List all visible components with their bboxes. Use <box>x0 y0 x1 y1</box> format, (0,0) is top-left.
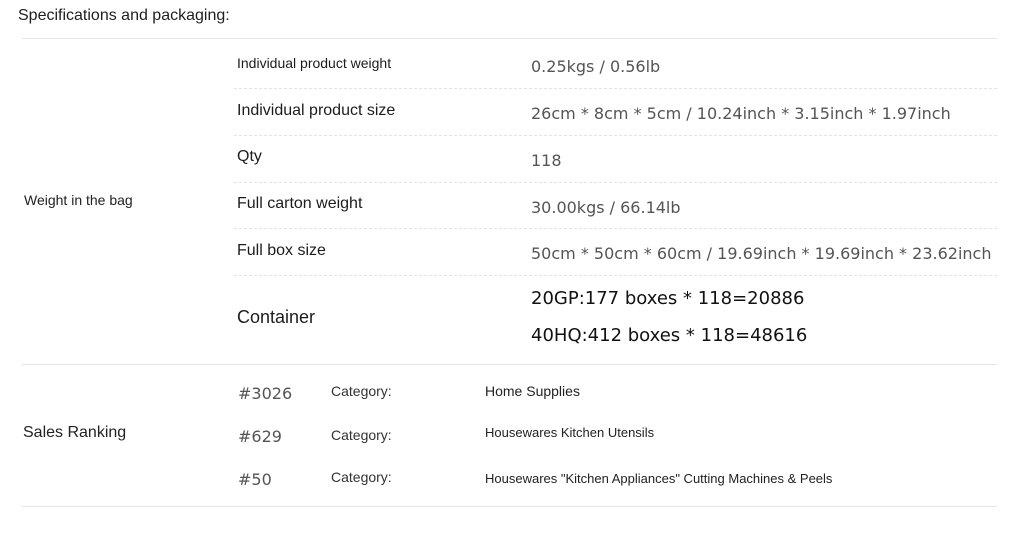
row-divider <box>234 275 997 276</box>
rank-number: #629 <box>238 427 282 446</box>
spec-label-carton-weight: Full carton weight <box>237 195 363 212</box>
category-value: Housewares "Kitchen Appliances" Cutting … <box>485 471 833 486</box>
spec-label-product-weight: Individual product weight <box>237 55 392 71</box>
divider <box>22 38 997 39</box>
category-label: Category: <box>331 383 392 399</box>
group-label-sales-ranking: Sales Ranking <box>23 424 127 441</box>
row-divider <box>234 182 997 183</box>
spec-value-box-size: 50cm * 50cm * 60cm / 19.69inch * 19.69in… <box>531 244 992 263</box>
spec-label-product-size: Individual product size <box>237 102 396 119</box>
spec-label-container: Container <box>237 307 316 327</box>
container-line-40hq: 40HQ:412 boxes * 118=48616 <box>531 325 808 346</box>
row-divider <box>234 88 997 89</box>
row-divider <box>234 135 997 136</box>
spec-value-qty: 118 <box>531 151 562 170</box>
spec-value-product-weight: 0.25kgs / 0.56lb <box>531 57 661 76</box>
page-title: Specifications and packaging: <box>18 7 230 24</box>
spec-value-carton-weight: 30.00kgs / 66.14lb <box>531 198 681 217</box>
section-divider <box>22 364 997 365</box>
container-line-20gp: 20GP:177 boxes * 118=20886 <box>531 288 805 309</box>
bottom-divider <box>22 506 997 507</box>
category-label: Category: <box>331 427 392 443</box>
row-divider <box>234 228 997 229</box>
spec-value-product-size: 26cm * 8cm * 5cm / 10.24inch * 3.15inch … <box>531 104 951 123</box>
spec-label-box-size: Full box size <box>237 242 326 259</box>
rank-number: #50 <box>238 470 272 489</box>
spec-label-qty: Qty <box>237 148 262 165</box>
category-value: Housewares Kitchen Utensils <box>485 425 655 440</box>
group-label-weight: Weight in the bag <box>24 192 133 208</box>
category-value: Home Supplies <box>485 383 580 399</box>
category-label: Category: <box>331 469 392 485</box>
rank-number: #3026 <box>238 384 293 403</box>
